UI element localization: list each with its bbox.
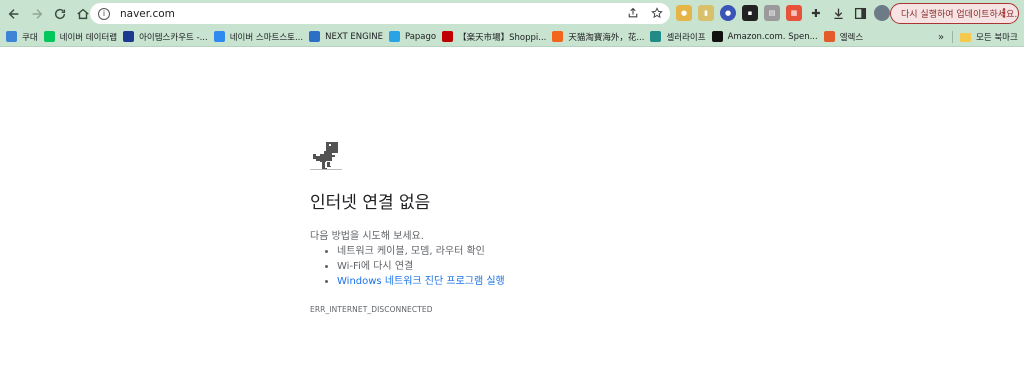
bookmark-item[interactable]: 네이버 스마트스토... — [213, 27, 304, 47]
reload-icon[interactable] — [49, 3, 71, 25]
favicon-icon — [123, 31, 135, 42]
bookmark-label: 【楽天市場】Shoppi... — [458, 32, 547, 43]
bookmark-item[interactable]: 아이템스카우트 -... — [123, 27, 208, 47]
folder-icon — [960, 32, 971, 42]
kebab-menu-icon[interactable]: ⋮ — [998, 6, 1010, 20]
bookmark-item[interactable]: 셀러라이프 — [650, 27, 706, 47]
favicon-icon — [6, 31, 17, 42]
share-icon[interactable] — [626, 6, 640, 20]
extension-icon[interactable]: ● — [720, 5, 736, 21]
bookmark-label: 아이템스카우트 -... — [139, 32, 208, 43]
bookmark-label: 엘렉스 — [839, 32, 864, 43]
bookmark-label: 쿠대 — [22, 32, 38, 43]
puzzle-icon[interactable]: ✚ — [808, 5, 824, 21]
address-bar[interactable]: i naver.com — [90, 3, 670, 24]
error-title: 인터넷 연결 없음 — [310, 193, 431, 213]
update-button[interactable]: 다시 실행하여 업데이트하세요. ⋮ — [890, 3, 1019, 24]
favicon-icon — [823, 31, 835, 42]
extension-icon[interactable]: ▮ — [698, 5, 714, 21]
bookmark-item[interactable]: 네이버 데이터랩 — [43, 27, 118, 47]
suggestions-list: 네트워크 케이블, 모뎀, 라우터 확인 Wi-Fi에 다시 연결 Window… — [310, 244, 730, 289]
list-item: Windows 네트워크 진단 프로그램 실행 — [337, 274, 730, 289]
extension-icon[interactable]: ● — [676, 5, 692, 21]
bookmarks-bar: 쿠대 네이버 데이터랩 아이템스카우트 -... 네이버 스마트스토... NEXT E… — [0, 27, 1024, 47]
favicon-icon — [442, 31, 454, 42]
all-bookmarks-button[interactable]: 모든 북마크 — [960, 27, 1018, 47]
error-code: ERR_INTERNET_DISCONNECTED — [310, 305, 433, 314]
bookmark-label: 셀러라이프 — [666, 32, 706, 43]
favicon-icon — [213, 31, 225, 42]
list-item: Wi-Fi에 다시 연결 — [337, 259, 730, 274]
favicon-icon — [309, 31, 321, 42]
bookmark-item[interactable]: Papago — [388, 27, 437, 47]
favicon-icon — [388, 31, 400, 42]
favicon-icon — [711, 31, 723, 42]
bookmark-label: 네이버 스마트스토... — [229, 32, 304, 43]
network-diagnostics-link[interactable]: Windows 네트워크 진단 프로그램 실행 — [337, 276, 505, 287]
back-icon[interactable] — [3, 3, 25, 25]
suggestions-heading: 다음 방법을 시도해 보세요. — [310, 231, 424, 242]
dino-icon — [310, 142, 342, 170]
star-icon[interactable] — [650, 6, 664, 20]
bookmark-item[interactable]: 엘렉스 — [823, 27, 864, 47]
forward-icon[interactable] — [26, 3, 48, 25]
bookmark-label: Papago — [404, 31, 437, 42]
bookmark-label: NEXT ENGINE — [325, 31, 383, 42]
bookmarks-overflow-button[interactable]: » — [938, 27, 944, 47]
site-info-icon[interactable]: i — [98, 7, 110, 20]
extension-icon[interactable]: ▦ — [786, 5, 802, 21]
list-item: 네트워크 케이블, 모뎀, 라우터 확인 — [337, 244, 730, 259]
error-page: 인터넷 연결 없음 다음 방법을 시도해 보세요. 네트워크 케이블, 모뎀, … — [310, 140, 730, 314]
extension-icon[interactable]: ▤ — [764, 5, 780, 21]
bookmark-item[interactable]: 天猫淘寶海外，花... — [552, 27, 644, 47]
bookmark-label: Amazon.com. Spen... — [727, 31, 818, 42]
bookmark-label: 네이버 데이터랩 — [59, 32, 118, 43]
bookmark-item[interactable]: 【楽天市場】Shoppi... — [442, 27, 546, 47]
all-bookmarks-label: 모든 북마크 — [976, 33, 1018, 43]
download-icon[interactable] — [830, 5, 846, 21]
bookmark-item[interactable]: Amazon.com. Spen... — [711, 27, 818, 47]
side-panel-icon[interactable] — [852, 5, 868, 21]
profile-avatar[interactable] — [874, 5, 890, 21]
bookmark-item[interactable]: 쿠대 — [6, 27, 38, 47]
bookmark-item[interactable]: NEXT ENGINE — [309, 27, 383, 47]
bookmarks-divider — [952, 31, 953, 43]
favicon-icon — [650, 31, 662, 42]
favicon-icon — [552, 31, 564, 42]
url-text[interactable]: naver.com — [120, 8, 175, 20]
extension-icon[interactable]: ▪ — [742, 5, 758, 21]
extensions-area: ● ▮ ● ▪ ▤ ▦ ✚ — [676, 5, 890, 21]
bookmark-label: 天猫淘寶海外，花... — [568, 32, 645, 43]
favicon-icon — [43, 31, 55, 42]
